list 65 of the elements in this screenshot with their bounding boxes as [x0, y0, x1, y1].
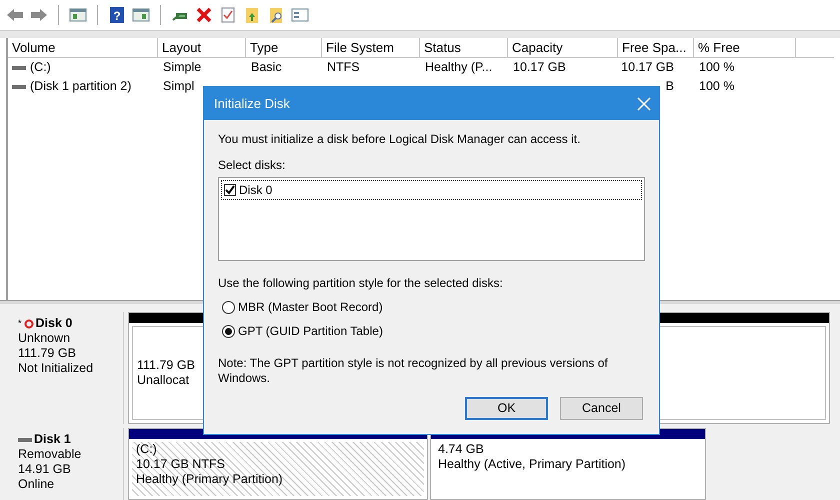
partition-info: 10.17 GB NTFS	[136, 457, 225, 472]
disk-info: Not Initialized	[18, 361, 94, 376]
table-cell-text: 100 %	[699, 78, 734, 96]
column-header[interactable]: Volume	[8, 38, 158, 57]
table-cell-text: 100 %	[699, 59, 734, 76]
note-text: Note: The GPT partition style is not recognized by all previous versions of Windows.	[218, 356, 609, 386]
column-header[interactable]: Capacity	[508, 38, 618, 57]
column-header[interactable]: Free Spa...	[618, 38, 694, 57]
radio-button[interactable]	[222, 324, 235, 338]
checklist-icon[interactable]	[219, 6, 237, 24]
table-cell-text: 10.17 GB	[621, 59, 674, 76]
partition-info: 4.74 GB	[438, 442, 484, 457]
table-cell-text: Simpl	[163, 78, 194, 96]
select-disks-label: Select disks:	[218, 157, 286, 174]
delete-icon[interactable]	[195, 6, 213, 24]
table-cell-text: Simple	[163, 59, 202, 76]
disk-info: Removable	[18, 447, 82, 462]
table-cell-text: NTFS	[327, 59, 360, 76]
partition-style-label: Use the following partition style for the selected disks:	[218, 275, 504, 292]
folder-search-icon[interactable]	[267, 6, 285, 24]
help-icon[interactable]: ?	[108, 6, 126, 24]
flag-mark: *	[18, 317, 22, 330]
column-header[interactable]: File System	[322, 38, 420, 57]
console-tree-icon[interactable]	[69, 6, 87, 24]
folder-up-icon[interactable]	[243, 6, 261, 24]
table-cell-text: Healthy (P...	[425, 59, 492, 76]
partition-info: Healthy (Primary Partition)	[136, 472, 283, 487]
volume-icon	[12, 64, 26, 70]
forward-arrow-icon[interactable]	[30, 6, 48, 24]
table-cell-text: B	[666, 78, 674, 96]
dialog-title: Initialize Disk	[214, 94, 290, 113]
table-cell-text: 10.17 GB	[513, 59, 566, 76]
checkbox[interactable]	[224, 184, 236, 196]
table-cell-text: (C:)	[30, 59, 51, 76]
partition-info: Unallocat	[137, 373, 190, 388]
table-cell-text: (Disk 1 partition 2)	[30, 78, 132, 96]
dialog-button[interactable]: OK	[465, 397, 548, 420]
dialog-message: You must initialize a disk before Logical Disk Manager can access it.	[218, 131, 582, 148]
disk-info: Online	[18, 477, 56, 492]
volume-icon	[12, 84, 26, 90]
back-arrow-icon[interactable]	[6, 6, 24, 24]
disk-name: Disk 1	[34, 432, 71, 447]
column-header[interactable]: Type	[246, 38, 322, 57]
error-circle-icon	[24, 318, 34, 328]
partition-info: Healthy (Active, Primary Partition)	[438, 457, 626, 472]
column-header[interactable]: % Free	[694, 38, 796, 57]
disk-info: 111.79 GB	[18, 346, 77, 361]
radio-button[interactable]	[222, 300, 235, 314]
disk-list-item[interactable]: Disk 0	[221, 180, 642, 200]
dialog-button[interactable]: Cancel	[560, 397, 643, 420]
partition-info: 111.79 GB	[137, 358, 195, 373]
disk-name: Disk 0	[36, 316, 72, 331]
disk-info: Unknown	[18, 331, 72, 346]
radio-option[interactable]: MBR (Master Boot Record)	[222, 298, 645, 316]
radio-option[interactable]: GPT (GUID Partition Table)	[222, 322, 645, 340]
table-cell-text: Basic	[251, 59, 282, 76]
disk-info: 14.91 GB	[18, 462, 72, 477]
column-header[interactable]: Status	[420, 38, 508, 57]
close-icon[interactable]	[637, 96, 651, 110]
partition[interactable]: 4.74 GB Healthy (Active, Primary Partition)	[430, 428, 706, 500]
column-header[interactable]: Layout	[158, 38, 246, 57]
panel-icon[interactable]	[132, 6, 150, 24]
partition-info: (C:)	[136, 442, 157, 457]
window-icon[interactable]	[291, 6, 309, 24]
partition[interactable]: (C:) 10.17 GB NTFS Healthy (Primary Partition)	[128, 428, 428, 500]
